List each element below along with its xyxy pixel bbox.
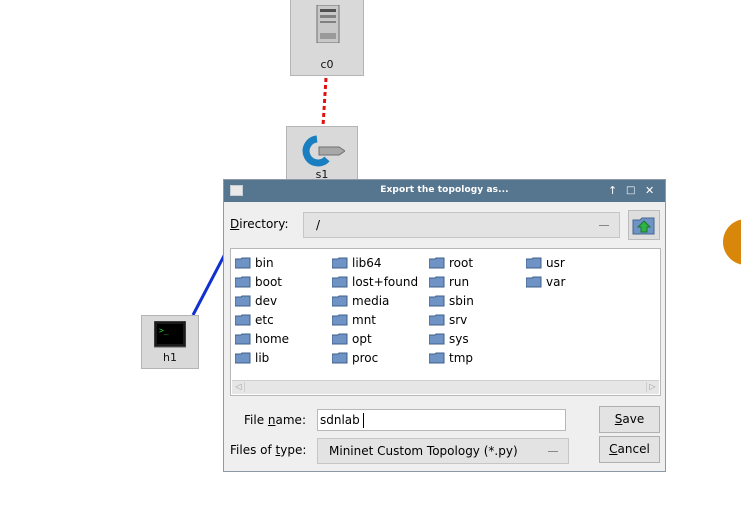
controller-server-icon	[316, 5, 340, 43]
directory-label: Directory:	[230, 217, 289, 231]
folder-icon	[234, 314, 251, 326]
list-item[interactable]: lib	[234, 348, 289, 367]
folder-icon	[428, 276, 445, 288]
list-item[interactable]: srv	[428, 310, 474, 329]
folder-icon	[525, 276, 542, 288]
directory-combobox[interactable]: /	[303, 212, 620, 238]
link-s1-h1[interactable]	[191, 251, 228, 316]
cancel-button[interactable]: Cancel	[599, 436, 660, 463]
node-label-c0: c0	[320, 58, 334, 71]
directory-value: /	[316, 218, 321, 232]
folder-icon	[331, 295, 348, 307]
controller-node-c0[interactable]: c0	[290, 0, 364, 76]
link-c0-s1[interactable]	[321, 77, 328, 127]
list-item[interactable]: lost+found	[331, 272, 418, 291]
svg-text:>_: >_	[159, 326, 169, 335]
list-item[interactable]: mnt	[331, 310, 418, 329]
up-directory-button[interactable]	[628, 210, 660, 240]
switch-node-s1[interactable]: s1	[286, 126, 358, 186]
folder-icon	[428, 352, 445, 364]
folder-icon	[331, 314, 348, 326]
list-item[interactable]: proc	[331, 348, 418, 367]
dialog-titlebar[interactable]: Export the topology as... ↑ □ ✕	[224, 180, 665, 202]
filename-value: sdnlab	[320, 413, 360, 427]
file-list[interactable]: bin boot dev etc home lib lib64 lost+fou…	[230, 248, 661, 396]
filename-input[interactable]: sdnlab	[317, 409, 566, 431]
folder-icon	[331, 333, 348, 345]
file-column-1: bin boot dev etc home lib	[234, 253, 289, 367]
list-item[interactable]: bin	[234, 253, 289, 272]
folder-icon	[428, 295, 445, 307]
file-column-3: root run sbin srv sys tmp	[428, 253, 474, 367]
scroll-right-icon[interactable]: ▷	[646, 382, 658, 392]
list-item[interactable]: home	[234, 329, 289, 348]
combo-arrow-icon	[599, 225, 609, 226]
list-item[interactable]: boot	[234, 272, 289, 291]
folder-icon	[234, 333, 251, 345]
filetype-label: Files of type:	[230, 443, 307, 457]
maximize-up-icon[interactable]: ↑	[608, 184, 617, 197]
folder-icon	[428, 314, 445, 326]
list-item[interactable]: run	[428, 272, 474, 291]
list-item[interactable]: media	[331, 291, 418, 310]
close-icon[interactable]: ✕	[645, 184, 654, 197]
list-item[interactable]: root	[428, 253, 474, 272]
filetype-value: Mininet Custom Topology (*.py)	[329, 444, 518, 458]
folder-icon	[234, 295, 251, 307]
list-item[interactable]: tmp	[428, 348, 474, 367]
list-item[interactable]: usr	[525, 253, 565, 272]
list-item[interactable]: opt	[331, 329, 418, 348]
save-button[interactable]: Save	[599, 406, 660, 433]
list-item[interactable]: lib64	[331, 253, 418, 272]
file-column-4: usr var	[525, 253, 565, 291]
folder-icon	[428, 257, 445, 269]
horizontal-scrollbar[interactable]: ◁ ▷	[232, 380, 659, 394]
file-column-2: lib64 lost+found media mnt opt proc	[331, 253, 418, 367]
node-label-h1: h1	[163, 351, 177, 364]
folder-icon	[331, 352, 348, 364]
host-terminal-icon: >_	[154, 321, 186, 348]
filetype-combobox[interactable]: Mininet Custom Topology (*.py)	[317, 438, 569, 464]
combo-arrow-icon	[548, 451, 558, 452]
switch-arrow-icon	[302, 135, 345, 167]
folder-icon	[331, 257, 348, 269]
folder-up-icon	[632, 217, 655, 235]
list-item[interactable]: etc	[234, 310, 289, 329]
filename-label: File name:	[244, 413, 306, 427]
folder-icon	[234, 352, 251, 364]
host-node-h1[interactable]: >_ h1	[141, 315, 199, 369]
folder-icon	[234, 257, 251, 269]
restore-icon[interactable]: □	[626, 184, 635, 197]
folder-icon	[525, 257, 542, 269]
list-item[interactable]: var	[525, 272, 565, 291]
folder-icon	[428, 333, 445, 345]
export-dialog: Export the topology as... ↑ □ ✕ Director…	[223, 179, 666, 472]
folder-icon	[331, 276, 348, 288]
directory-row: Directory: /	[230, 210, 660, 240]
text-caret	[363, 413, 364, 428]
list-item[interactable]: dev	[234, 291, 289, 310]
list-item[interactable]: sbin	[428, 291, 474, 310]
dialog-title: Export the topology as...	[380, 185, 509, 195]
scroll-left-icon[interactable]: ◁	[233, 382, 245, 392]
list-item[interactable]: sys	[428, 329, 474, 348]
folder-icon	[234, 276, 251, 288]
